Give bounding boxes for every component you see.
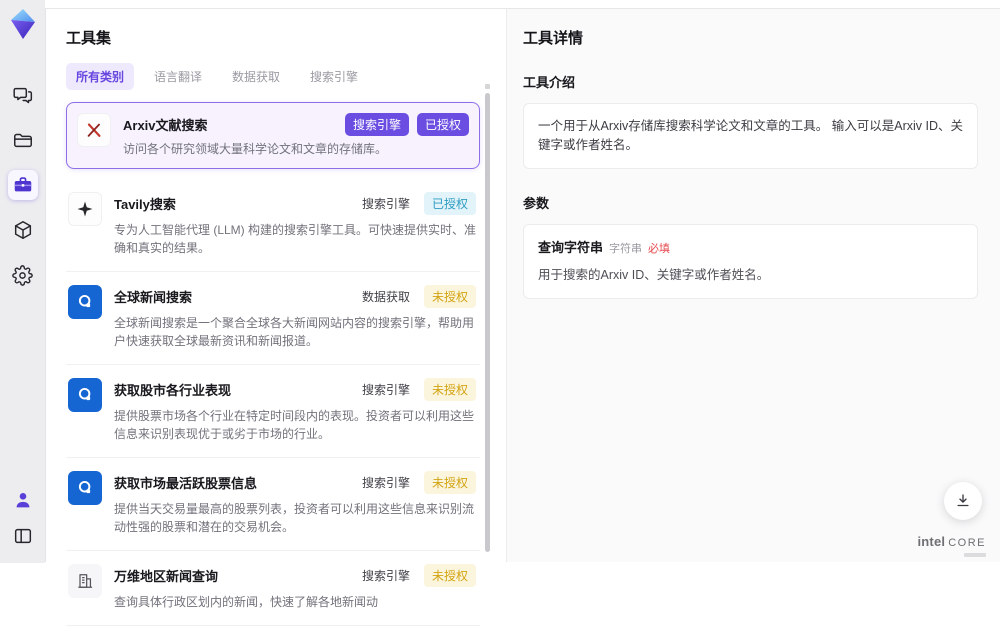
settings-icon[interactable] — [8, 260, 38, 290]
star-icon — [68, 192, 102, 226]
category-badge: 搜索引擎 — [344, 113, 409, 136]
auth-badge: 未授权 — [423, 378, 476, 401]
tool-name: 全球新闻搜索 — [114, 290, 193, 305]
param-type: 字符串 — [609, 242, 643, 255]
tool-list-item[interactable]: 获取股市各行业表现 搜索引擎 未授权 提供股票市场各个行业在特定时间段内的表现。… — [66, 365, 480, 458]
auth-badge: 未授权 — [423, 285, 476, 308]
category-badge: 搜索引擎 — [361, 476, 410, 490]
cube-icon[interactable] — [8, 215, 38, 245]
market-icon — [68, 471, 102, 505]
brand-intel: intel — [917, 534, 946, 549]
sidebar-nav — [7, 80, 38, 290]
tool-list-item[interactable]: Tavily搜索 搜索引擎 已授权 专为人工智能代理 (LLM) 构建的搜索引擎… — [66, 179, 480, 272]
tool-name: 万维地区新闻查询 — [114, 569, 219, 584]
param-description: 用于搜索的Arxiv ID、关键字或作者姓名。 — [538, 268, 770, 282]
tool-list-item[interactable]: 万维地区新闻查询 搜索引擎 未授权 查询具体行政区划内的新闻，快速了解各地新闻动 — [66, 551, 480, 626]
tool-list-item[interactable]: 获取市场最活跃股票信息 搜索引擎 未授权 提供当天交易量最高的股票列表，投资者可… — [66, 458, 480, 551]
tool-list: Arxiv文献搜索 搜索引擎 已授权 访问各个研究领域大量科学论文和文章的存储库… — [66, 102, 480, 626]
params-heading: 参数 — [523, 195, 550, 211]
param-required-flag: 必填 — [648, 242, 671, 255]
main-content: 工具集 所有类别 语言翻译 数据获取 搜索引擎 Arxiv文献搜索 搜索引擎 已授权 … — [45, 8, 1000, 626]
brand-subtag — [964, 553, 986, 557]
tab-0[interactable]: 所有类别 — [66, 63, 135, 90]
param-card: 查询字符串 字符串 必填 用于搜索的Arxiv ID、关键字或作者姓名。 — [523, 223, 978, 299]
list-scrollbar[interactable] — [485, 84, 490, 552]
news-globe-icon — [68, 285, 102, 319]
intel-core-logo: intel core — [917, 534, 986, 549]
detail-panel: 工具详情 工具介绍 一个用于从Arxiv存储库搜索科学论文和文章的工具。 输入可… — [506, 9, 1000, 562]
tool-name: 获取市场最活跃股票信息 — [114, 476, 258, 491]
app-logo-icon — [8, 8, 38, 40]
tool-name: Tavily搜索 — [114, 197, 176, 212]
category-tabs: 所有类别 语言翻译 数据获取 搜索引擎 — [66, 63, 480, 90]
scrollbar-thumb[interactable] — [485, 93, 490, 552]
tool-name: Arxiv文献搜索 — [123, 118, 208, 133]
sidebar — [0, 0, 45, 563]
page-title: 工具集 — [66, 30, 112, 47]
tool-description: 提供当天交易量最高的股票列表，投资者可以利用这些信息来识别流动性强的股票和潜在的… — [114, 502, 475, 534]
tool-description: 查询具体行政区划内的新闻，快速了解各地新闻动 — [114, 595, 379, 609]
category-badge: 数据获取 — [361, 290, 410, 304]
param-name: 查询字符串 — [538, 239, 604, 255]
app-window: 工具集 所有类别 语言翻译 数据获取 搜索引擎 Arxiv文献搜索 搜索引擎 已授权 … — [0, 0, 1000, 626]
detail-title: 工具详情 — [523, 30, 584, 47]
tools-panel: 工具集 所有类别 语言翻译 数据获取 搜索引擎 Arxiv文献搜索 搜索引擎 已授权 … — [46, 9, 506, 626]
tool-name: 获取股市各行业表现 — [114, 383, 232, 398]
auth-badge: 已授权 — [416, 113, 469, 136]
download-icon — [957, 494, 969, 507]
tab-3[interactable]: 搜索引擎 — [300, 63, 368, 90]
brand-core: core — [948, 537, 986, 549]
panel-icon[interactable] — [8, 521, 38, 551]
user-icon[interactable] — [8, 485, 38, 515]
param-header: 查询字符串 字符串 必填 — [538, 238, 963, 258]
tool-description: 提供股票市场各个行业在特定时间段内的表现。投资者可以利用这些信息来识别表现优于或… — [114, 409, 475, 441]
auth-badge: 未授权 — [423, 564, 476, 587]
briefcase-icon[interactable] — [7, 170, 38, 200]
tool-description: 专为人工智能代理 (LLM) 构建的搜索引擎工具。可快速提供实时、准确和真实的结… — [114, 223, 477, 255]
auth-badge: 已授权 — [423, 192, 476, 215]
download-button[interactable] — [944, 482, 982, 520]
category-badge: 搜索引擎 — [361, 569, 410, 583]
tool-list-item[interactable]: Arxiv文献搜索 搜索引擎 已授权 访问各个研究领域大量科学论文和文章的存储库… — [66, 102, 480, 169]
tab-1[interactable]: 语言翻译 — [144, 63, 212, 90]
tool-list-item[interactable]: 全球新闻搜索 数据获取 未授权 全球新闻搜索是一个聚合全球各大新闻网站内容的搜索… — [66, 272, 480, 365]
tool-description: 访问各个研究领域大量科学论文和文章的存储库。 — [123, 142, 388, 156]
building-icon — [68, 564, 102, 598]
tab-2[interactable]: 数据获取 — [222, 63, 290, 90]
market-icon — [68, 378, 102, 412]
tool-description: 全球新闻搜索是一个聚合全球各大新闻网站内容的搜索引擎，帮助用户快速获取全球最新资… — [114, 316, 475, 348]
arxiv-logo-icon — [77, 113, 111, 147]
sidebar-bottom — [8, 485, 38, 551]
tool-intro-text: 一个用于从Arxiv存储库搜索科学论文和文章的工具。 输入可以是Arxiv ID… — [523, 103, 978, 169]
category-badge: 搜索引擎 — [361, 383, 410, 397]
chat-icon[interactable] — [8, 80, 38, 110]
category-badge: 搜索引擎 — [361, 197, 410, 211]
auth-badge: 未授权 — [423, 471, 476, 494]
folder-icon[interactable] — [8, 125, 38, 155]
intro-heading: 工具介绍 — [523, 75, 576, 90]
